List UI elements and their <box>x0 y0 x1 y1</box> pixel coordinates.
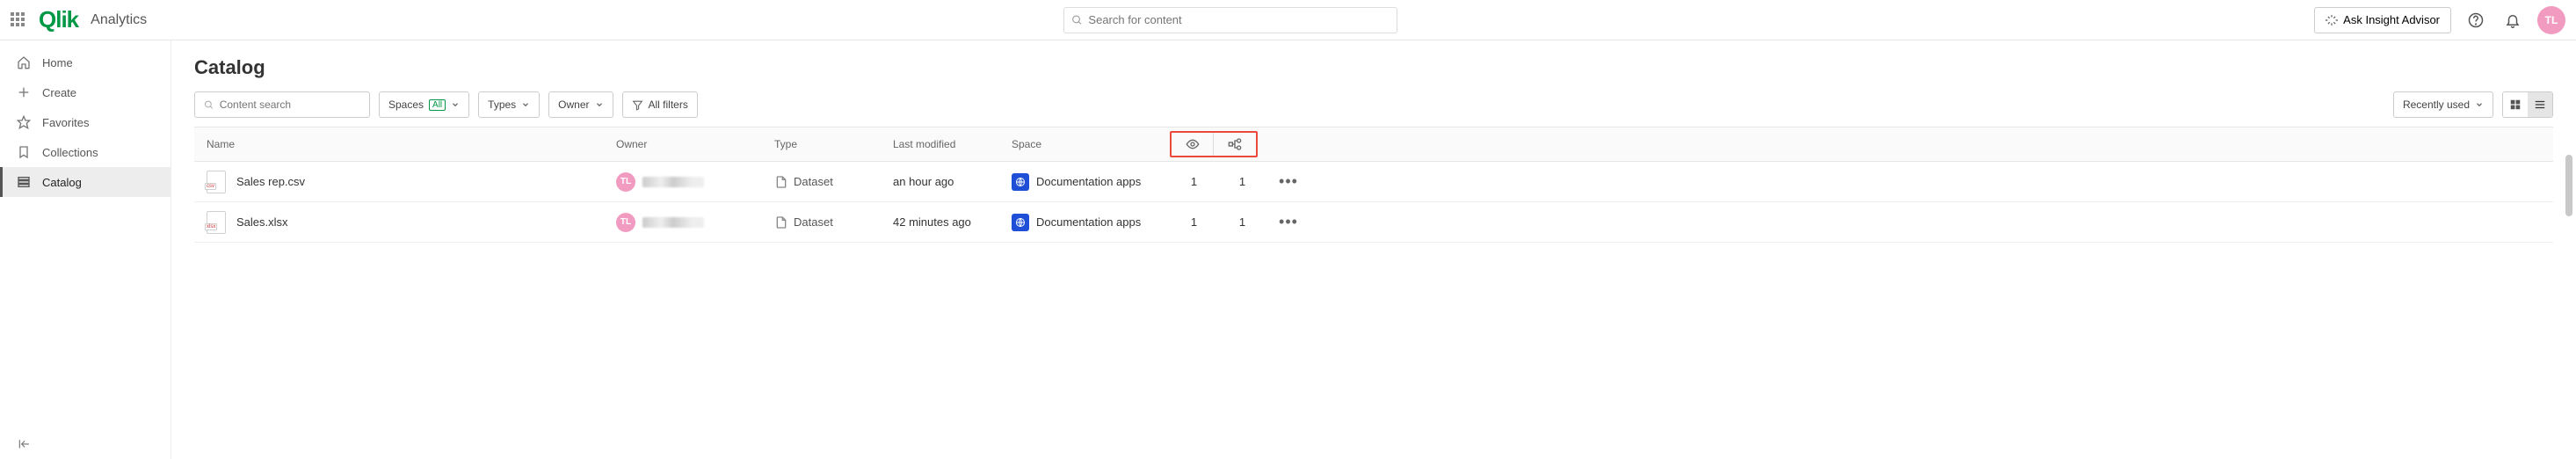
type-label: Dataset <box>794 175 833 188</box>
chevron-down-icon <box>451 100 460 109</box>
notifications-button[interactable] <box>2500 8 2525 33</box>
owner-name-redacted <box>642 217 704 228</box>
space-icon <box>1012 173 1029 191</box>
search-icon <box>1071 14 1083 26</box>
col-header-modified[interactable]: Last modified <box>893 138 1012 150</box>
dataset-icon <box>774 175 788 189</box>
star-icon <box>16 115 32 129</box>
filter-types[interactable]: Types <box>478 91 540 118</box>
col-header-type[interactable]: Type <box>774 138 893 150</box>
grid-view-button[interactable] <box>2503 92 2528 117</box>
col-header-views[interactable] <box>1172 133 1214 156</box>
usage-count: 1 <box>1218 215 1266 229</box>
sparkle-icon <box>2326 14 2338 26</box>
sidebar-item-favorites[interactable]: Favorites <box>0 107 171 137</box>
owner-name-redacted <box>642 177 704 187</box>
chevron-down-icon <box>595 100 604 109</box>
content-search-input[interactable] <box>220 98 360 111</box>
file-name: Sales.xlsx <box>236 215 288 229</box>
collapse-icon <box>16 438 32 450</box>
col-header-owner[interactable]: Owner <box>616 138 774 150</box>
grid-icon <box>2509 98 2522 111</box>
space-icon <box>1012 214 1029 231</box>
file-icon: xlsx <box>207 211 226 234</box>
space-label: Documentation apps <box>1036 215 1141 229</box>
plus-icon <box>16 85 32 99</box>
global-search-input[interactable] <box>1088 13 1390 26</box>
home-icon <box>16 55 32 69</box>
user-avatar[interactable]: TL <box>2537 6 2565 34</box>
bookmark-icon <box>16 145 32 159</box>
table-header: Name Owner Type Last modified Space <box>194 127 2553 162</box>
sidebar-item-label: Favorites <box>42 116 89 129</box>
filter-all[interactable]: All filters <box>622 91 698 118</box>
views-count: 1 <box>1170 215 1218 229</box>
owner-avatar: TL <box>616 172 635 192</box>
chevron-down-icon <box>521 100 530 109</box>
sort-label: Recently used <box>2403 98 2470 111</box>
col-header-space[interactable]: Space <box>1012 138 1170 150</box>
qlik-logo: Qlik <box>39 6 78 33</box>
col-header-usage[interactable] <box>1214 133 1256 156</box>
app-launcher-icon[interactable] <box>11 12 26 28</box>
usage-count: 1 <box>1218 175 1266 188</box>
dataset-icon <box>774 215 788 230</box>
file-tag: csv <box>205 183 216 190</box>
sidebar-item-label: Home <box>42 56 73 69</box>
list-view-button[interactable] <box>2528 92 2552 117</box>
sidebar-item-label: Catalog <box>42 176 82 189</box>
help-button[interactable] <box>2464 8 2488 33</box>
eye-icon <box>1186 137 1200 151</box>
row-more-button[interactable]: ••• <box>1279 172 1298 190</box>
sidebar-item-label: Collections <box>42 146 98 159</box>
col-header-name[interactable]: Name <box>194 138 616 150</box>
global-search[interactable] <box>1063 7 1397 33</box>
brand-logo: Qlik <box>39 6 78 33</box>
sort-dropdown[interactable]: Recently used <box>2393 91 2493 118</box>
sidebar: Home Create Favorites Collections Catalo… <box>0 40 171 459</box>
views-count: 1 <box>1170 175 1218 188</box>
filter-owner[interactable]: Owner <box>548 91 613 118</box>
file-icon: csv <box>207 171 226 193</box>
sidebar-item-catalog[interactable]: Catalog <box>0 167 171 197</box>
collapse-sidebar-button[interactable] <box>16 438 32 450</box>
file-name: Sales rep.csv <box>236 175 305 188</box>
filter-spaces[interactable]: Spaces All <box>379 91 469 118</box>
filter-icon <box>632 99 643 111</box>
sidebar-item-home[interactable]: Home <box>0 47 171 77</box>
list-icon <box>2534 98 2546 111</box>
content-search[interactable] <box>194 91 370 118</box>
table-row[interactable]: xlsx Sales.xlsx TL Dataset 42 minutes ag… <box>194 202 2553 243</box>
main-content: Catalog Spaces All Types Owner All fi <box>171 40 2576 459</box>
catalog-icon <box>16 175 32 189</box>
sidebar-item-collections[interactable]: Collections <box>0 137 171 167</box>
modified-label: an hour ago <box>893 175 1012 188</box>
ask-insight-label: Ask Insight Advisor <box>2343 13 2440 26</box>
ask-insight-button[interactable]: Ask Insight Advisor <box>2314 7 2451 33</box>
scrollbar[interactable] <box>2565 155 2572 450</box>
table-row[interactable]: csv Sales rep.csv TL Dataset an hour ago… <box>194 162 2553 202</box>
filter-spaces-label: Spaces <box>388 98 424 111</box>
filter-types-label: Types <box>488 98 516 111</box>
sidebar-item-create[interactable]: Create <box>0 77 171 107</box>
lineage-icon <box>1228 137 1242 151</box>
row-more-button[interactable]: ••• <box>1279 213 1298 230</box>
space-label: Documentation apps <box>1036 175 1141 188</box>
help-icon <box>2468 12 2484 28</box>
section-label: Analytics <box>91 12 147 28</box>
search-icon <box>204 99 214 111</box>
owner-avatar: TL <box>616 213 635 232</box>
bell-icon <box>2505 12 2521 28</box>
highlighted-header-icons <box>1170 131 1258 157</box>
modified-label: 42 minutes ago <box>893 215 1012 229</box>
file-tag: xlsx <box>205 223 217 230</box>
filter-owner-label: Owner <box>558 98 589 111</box>
page-title: Catalog <box>194 56 2553 79</box>
view-toggle <box>2502 91 2553 118</box>
type-label: Dataset <box>794 215 833 229</box>
sidebar-item-label: Create <box>42 86 76 99</box>
filter-all-label: All filters <box>649 98 688 111</box>
chevron-down-icon <box>2475 100 2484 109</box>
filter-spaces-badge: All <box>429 99 446 111</box>
